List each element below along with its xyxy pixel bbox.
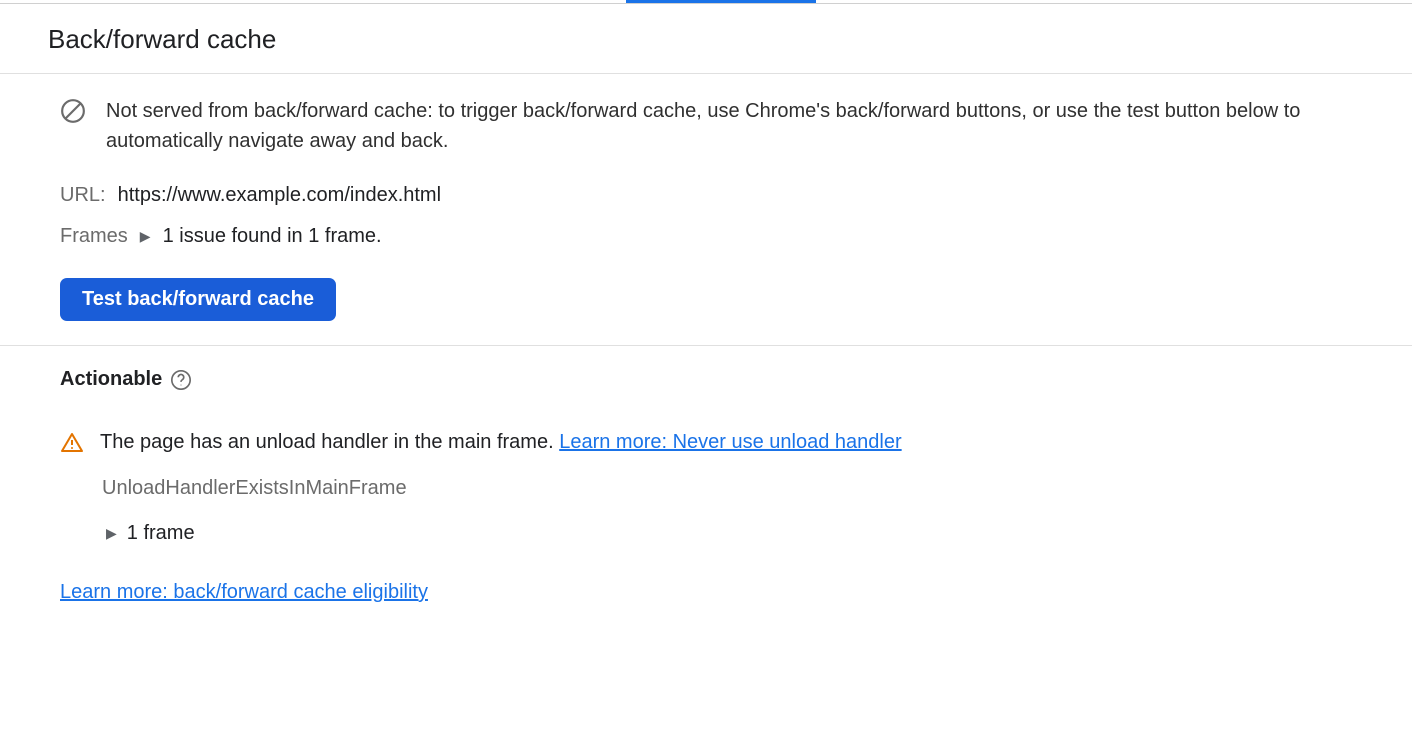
disclosure-triangle-icon: ▶	[140, 228, 151, 245]
actionable-header: Actionable	[60, 368, 1352, 391]
actionable-section: Actionable The page has an unload handle…	[0, 346, 1412, 632]
issue-text: The page has an unload handler in the ma…	[100, 431, 902, 454]
url-value: https://www.example.com/index.html	[118, 184, 441, 207]
frames-label: Frames	[60, 225, 128, 248]
warning-icon	[60, 431, 84, 455]
page-title: Back/forward cache	[48, 24, 1364, 55]
test-bfcache-button[interactable]: Test back/forward cache	[60, 278, 336, 321]
issue-row: The page has an unload handler in the ma…	[60, 431, 1352, 455]
disclosure-triangle-icon: ▶	[106, 525, 117, 542]
url-row: URL: https://www.example.com/index.html	[60, 184, 1352, 207]
frames-summary: 1 issue found in 1 frame.	[163, 225, 382, 248]
frames-row[interactable]: Frames ▶ 1 issue found in 1 frame.	[60, 225, 1352, 248]
issue-learn-more-link[interactable]: Learn more: Never use unload handler	[559, 431, 901, 453]
panel-header: Back/forward cache	[0, 4, 1412, 74]
issue-code: UnloadHandlerExistsInMainFrame	[102, 477, 1352, 500]
issue-message: The page has an unload handler in the ma…	[100, 431, 559, 453]
bfcache-eligibility-link[interactable]: Learn more: back/forward cache eligibili…	[60, 581, 428, 603]
bottom-link-row: Learn more: back/forward cache eligibili…	[60, 581, 1352, 604]
frame-count-row[interactable]: ▶ 1 frame	[102, 522, 1352, 545]
status-section: Not served from back/forward cache: to t…	[0, 74, 1412, 346]
status-message: Not served from back/forward cache: to t…	[106, 96, 1352, 156]
status-row: Not served from back/forward cache: to t…	[60, 96, 1352, 156]
help-icon[interactable]	[170, 369, 192, 391]
circle-slash-icon	[60, 98, 86, 124]
url-label: URL:	[60, 184, 106, 207]
frame-count-label: 1 frame	[127, 522, 195, 545]
actionable-heading: Actionable	[60, 368, 162, 391]
